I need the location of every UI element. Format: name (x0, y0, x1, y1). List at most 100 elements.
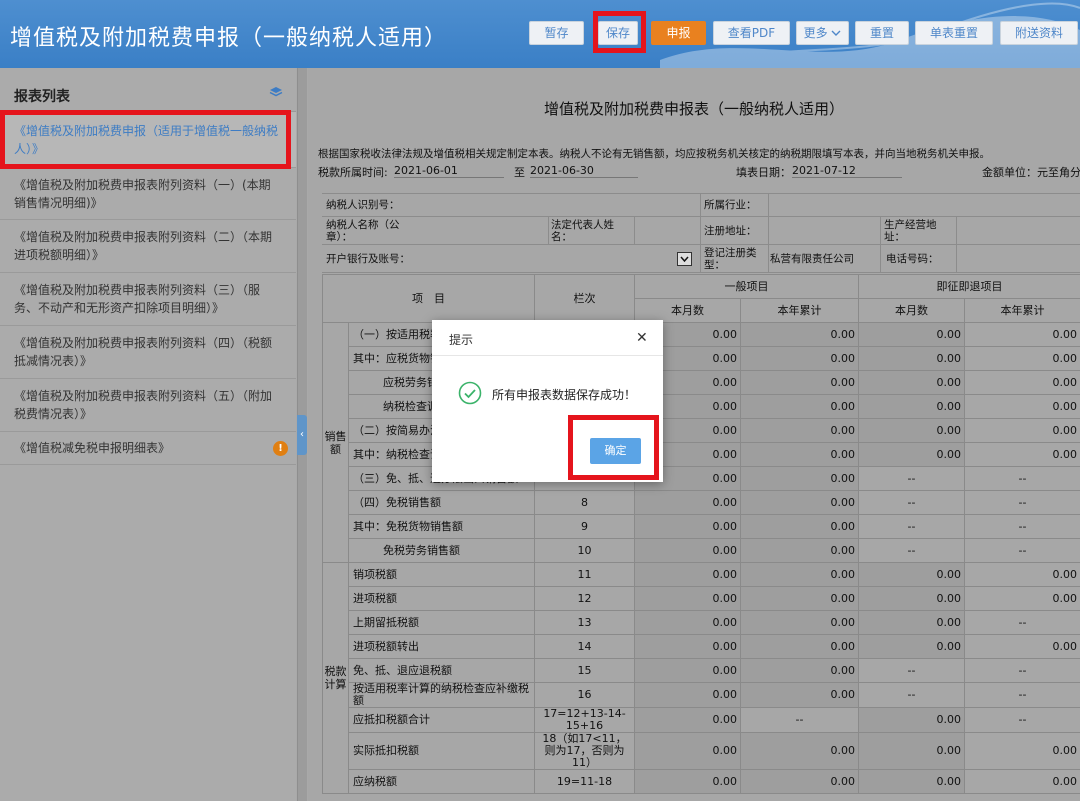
industry-label: 所属行业： (704, 199, 757, 211)
general-month-cell[interactable]: 0.00 (634, 634, 741, 659)
collapse-sidebar-icon[interactable]: ‹ (297, 415, 307, 455)
sidebar-item-label: 《增值税及附加税费申报（适用于增值税一般纳税人）》 (14, 123, 279, 156)
table-row: 免、抵、退应退税额 15 0.00 0.00 -- -- (323, 658, 1080, 683)
submit-button[interactable]: 申报 (651, 21, 706, 45)
general-cumulative-cell[interactable]: 0.00 (740, 610, 859, 635)
period-end-field[interactable]: 2021-06-30 (530, 164, 638, 178)
general-cumulative-cell[interactable]: 0.00 (740, 370, 859, 395)
fill-date-label: 填表日期： (736, 166, 791, 179)
sidebar-item-schedule-5[interactable]: 《增值税及附加税费申报表附列资料（五）（附加税费情况表）》 (0, 379, 296, 432)
general-month-cell[interactable]: 0.00 (634, 490, 741, 515)
general-cumulative-cell[interactable]: 0.00 (740, 394, 859, 419)
refund-cumulative-cell[interactable]: 0.00 (964, 562, 1080, 587)
taxpayer-id-label: 纳税人识别号： (326, 199, 400, 211)
biz-address-label: 生产经营地址： (884, 218, 937, 243)
refund-cumulative-cell: -- (964, 610, 1080, 635)
general-cumulative-cell[interactable]: 0.00 (740, 562, 859, 587)
general-month-cell[interactable]: 0.00 (634, 769, 741, 794)
refund-month-cell[interactable]: 0.00 (858, 418, 965, 443)
refund-cumulative-cell[interactable]: 0.00 (964, 769, 1080, 794)
header-cumulative: 本年累计 (964, 298, 1080, 323)
general-cumulative-cell[interactable]: 0.00 (740, 442, 859, 467)
row-label: 其中：免税货物销售额 (348, 514, 535, 539)
general-cumulative-cell[interactable]: 0.00 (740, 586, 859, 611)
general-cumulative-cell[interactable]: 0.00 (740, 466, 859, 491)
row-column-no: 11 (534, 562, 635, 587)
general-month-cell[interactable]: 0.00 (634, 514, 741, 539)
general-cumulative-cell[interactable]: 0.00 (740, 769, 859, 794)
refund-month-cell[interactable]: 0.00 (858, 586, 965, 611)
general-month-cell[interactable]: 0.00 (634, 707, 741, 733)
refund-cumulative-cell[interactable]: 0.00 (964, 346, 1080, 371)
attach-docs-button[interactable]: 附送资料 (1000, 21, 1078, 45)
row-label: 应抵扣税额合计 (348, 707, 535, 733)
form-title: 增值税及附加税费申报表（一般纳税人适用） (543, 100, 844, 118)
fill-date-field[interactable]: 2021-07-12 (792, 164, 902, 178)
sidebar-item-main-return[interactable]: 《增值税及附加税费申报（适用于增值税一般纳税人）》 (0, 112, 296, 168)
general-cumulative-cell[interactable]: 0.00 (740, 346, 859, 371)
general-month-cell[interactable]: 0.00 (634, 538, 741, 563)
general-month-cell[interactable]: 0.00 (634, 732, 741, 770)
table-row: 进项税额 12 0.00 0.00 0.00 0.00 (323, 586, 1080, 611)
refund-month-cell[interactable]: 0.00 (858, 769, 965, 794)
sidebar-item-schedule-3[interactable]: 《增值税及附加税费申报表附列资料（三）（服务、不动产和无形资产扣除项目明细）》 (0, 273, 296, 326)
refund-month-cell[interactable]: 0.00 (858, 394, 965, 419)
general-month-cell[interactable]: 0.00 (634, 586, 741, 611)
bank-dropdown[interactable] (677, 252, 692, 266)
confirm-button[interactable]: 确定 (590, 438, 641, 464)
sidebar-item-schedule-2[interactable]: 《增值税及附加税费申报表附列资料（二）（本期进项税额明细）》 (0, 220, 296, 273)
refund-month-cell[interactable]: 0.00 (858, 732, 965, 770)
refund-month-cell[interactable]: 0.00 (858, 346, 965, 371)
reg-type-label: 登记注册类型： (704, 246, 757, 271)
refund-month-cell[interactable]: 0.00 (858, 634, 965, 659)
refund-month-cell[interactable]: 0.00 (858, 610, 965, 635)
general-cumulative-cell[interactable]: 0.00 (740, 490, 859, 515)
more-button[interactable]: 更多 (796, 21, 849, 45)
row-column-no: 17=12+13-14-15+16 (534, 707, 635, 733)
layers-icon[interactable] (269, 86, 283, 98)
app-window: 增值税及附加税费申报（一般纳税人适用） 暂存 保存 申报 查看PDF 更多 重置… (0, 0, 1080, 801)
form-note: 根据国家税收法律法规及增值税相关规定制定本表。纳税人不论有无销售额，均应按税务机… (318, 148, 990, 160)
refund-cumulative-cell[interactable]: 0.00 (964, 418, 1080, 443)
general-cumulative-cell[interactable]: 0.00 (740, 682, 859, 708)
general-cumulative-cell[interactable]: 0.00 (740, 658, 859, 683)
reset-form-button[interactable]: 单表重置 (915, 21, 993, 45)
sidebar-item-schedule-1[interactable]: 《增值税及附加税费申报表附列资料（一）(本期销售情况明细)》 (0, 168, 296, 220)
refund-cumulative-cell[interactable]: 0.00 (964, 322, 1080, 347)
refund-cumulative-cell[interactable]: 0.00 (964, 394, 1080, 419)
general-cumulative-cell[interactable]: 0.00 (740, 514, 859, 539)
refund-month-cell[interactable]: 0.00 (858, 707, 965, 733)
sidebar-item-schedule-4[interactable]: 《增值税及附加税费申报表附列资料（四）（税额抵减情况表）》 (0, 326, 296, 379)
general-cumulative-cell[interactable]: 0.00 (740, 322, 859, 347)
general-cumulative-cell[interactable]: 0.00 (740, 634, 859, 659)
period-start-field[interactable]: 2021-06-01 (394, 164, 504, 178)
table-row: 按适用税率计算的纳税检查应补缴税额 16 0.00 0.00 -- -- (323, 682, 1080, 708)
reset-button[interactable]: 重置 (855, 21, 909, 45)
save-button[interactable]: 保存 (598, 21, 638, 45)
general-month-cell[interactable]: 0.00 (634, 610, 741, 635)
refund-cumulative-cell: -- (964, 466, 1080, 491)
save-draft-button[interactable]: 暂存 (529, 21, 584, 45)
refund-month-cell[interactable]: 0.00 (858, 370, 965, 395)
close-icon[interactable]: ✕ (636, 330, 648, 346)
sidebar-item-label: 《增值税及附加税费申报表附列资料（三）（服务、不动产和无形资产扣除项目明细）》 (14, 283, 261, 315)
general-month-cell[interactable]: 0.00 (634, 562, 741, 587)
general-cumulative-cell[interactable]: 0.00 (740, 732, 859, 770)
general-month-cell[interactable]: 0.00 (634, 658, 741, 683)
refund-month-cell[interactable]: 0.00 (858, 442, 965, 467)
refund-month-cell[interactable]: 0.00 (858, 322, 965, 347)
refund-cumulative-cell: -- (964, 682, 1080, 708)
general-month-cell[interactable]: 0.00 (634, 682, 741, 708)
sidebar-item-exemption[interactable]: 《增值税减免税申报明细表》 ! (0, 432, 296, 465)
view-pdf-button[interactable]: 查看PDF (713, 21, 790, 45)
refund-cumulative-cell[interactable]: 0.00 (964, 732, 1080, 770)
refund-cumulative-cell[interactable]: 0.00 (964, 370, 1080, 395)
sidebar-title: 报表列表 (14, 89, 70, 105)
refund-month-cell[interactable]: 0.00 (858, 562, 965, 587)
refund-cumulative-cell[interactable]: 0.00 (964, 634, 1080, 659)
group-sales-label: 销售额 (322, 322, 349, 563)
general-cumulative-cell[interactable]: 0.00 (740, 418, 859, 443)
general-cumulative-cell[interactable]: 0.00 (740, 538, 859, 563)
refund-cumulative-cell[interactable]: 0.00 (964, 442, 1080, 467)
refund-cumulative-cell[interactable]: 0.00 (964, 586, 1080, 611)
